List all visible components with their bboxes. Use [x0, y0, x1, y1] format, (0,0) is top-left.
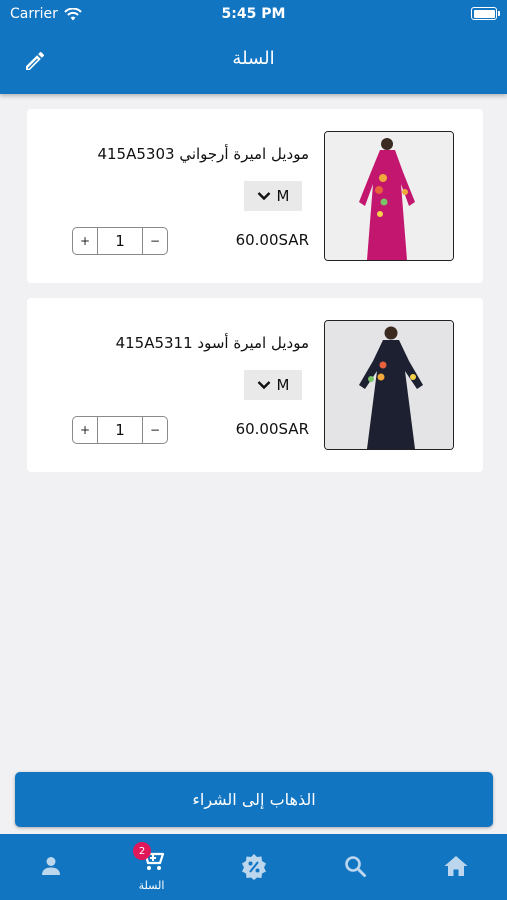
decrease-button[interactable]: − — [143, 417, 167, 443]
tab-bar: السلة 2 — [0, 834, 507, 900]
discount-badge-icon — [241, 854, 266, 880]
tab-offers[interactable] — [203, 834, 304, 900]
black-dress-photo — [325, 321, 453, 449]
header: Carrier 5:45 PM السلة — [0, 0, 507, 94]
checkout-button[interactable]: الذهاب إلى الشراء — [15, 772, 493, 827]
tab-home[interactable] — [405, 834, 506, 900]
size-value: M — [276, 187, 290, 205]
status-bar: Carrier 5:45 PM — [0, 0, 507, 28]
size-select[interactable]: M — [244, 181, 302, 211]
increase-button[interactable]: + — [73, 417, 97, 443]
chevron-down-icon — [257, 192, 270, 201]
product-image[interactable] — [324, 320, 454, 450]
tab-search[interactable] — [304, 834, 405, 900]
product-image[interactable] — [324, 131, 454, 261]
quantity-value: 1 — [97, 417, 143, 443]
quantity-stepper: + 1 − — [72, 227, 168, 255]
product-price: 60.00SAR — [235, 420, 309, 438]
user-icon — [41, 857, 60, 875]
tab-profile[interactable] — [0, 834, 101, 900]
tab-cart-label: السلة — [138, 879, 165, 892]
decrease-button[interactable]: − — [143, 228, 167, 254]
quantity-stepper: + 1 − — [72, 416, 168, 444]
cart-item: موديل اميرة أرجواني 415A5303 M + 1 − 60.… — [27, 109, 483, 283]
cart-count-badge: 2 — [133, 842, 151, 860]
product-price: 60.00SAR — [235, 231, 309, 249]
product-name: موديل اميرة أسود 415A5311 — [115, 334, 309, 352]
page-title: السلة — [232, 48, 275, 69]
pink-dress-photo — [325, 132, 453, 260]
battery-icon — [471, 7, 500, 20]
increase-button[interactable]: + — [73, 228, 97, 254]
search-icon — [344, 856, 366, 877]
status-time: 5:45 PM — [221, 6, 286, 22]
home-icon — [444, 856, 467, 876]
quantity-value: 1 — [97, 228, 143, 254]
product-name: موديل اميرة أرجواني 415A5303 — [97, 145, 309, 163]
size-value: M — [276, 376, 290, 394]
cart-item: موديل اميرة أسود 415A5311 M + 1 − 60.00S… — [27, 298, 483, 472]
size-select[interactable]: M — [244, 370, 302, 400]
tab-cart[interactable]: السلة — [101, 834, 202, 900]
chevron-down-icon — [257, 381, 270, 390]
